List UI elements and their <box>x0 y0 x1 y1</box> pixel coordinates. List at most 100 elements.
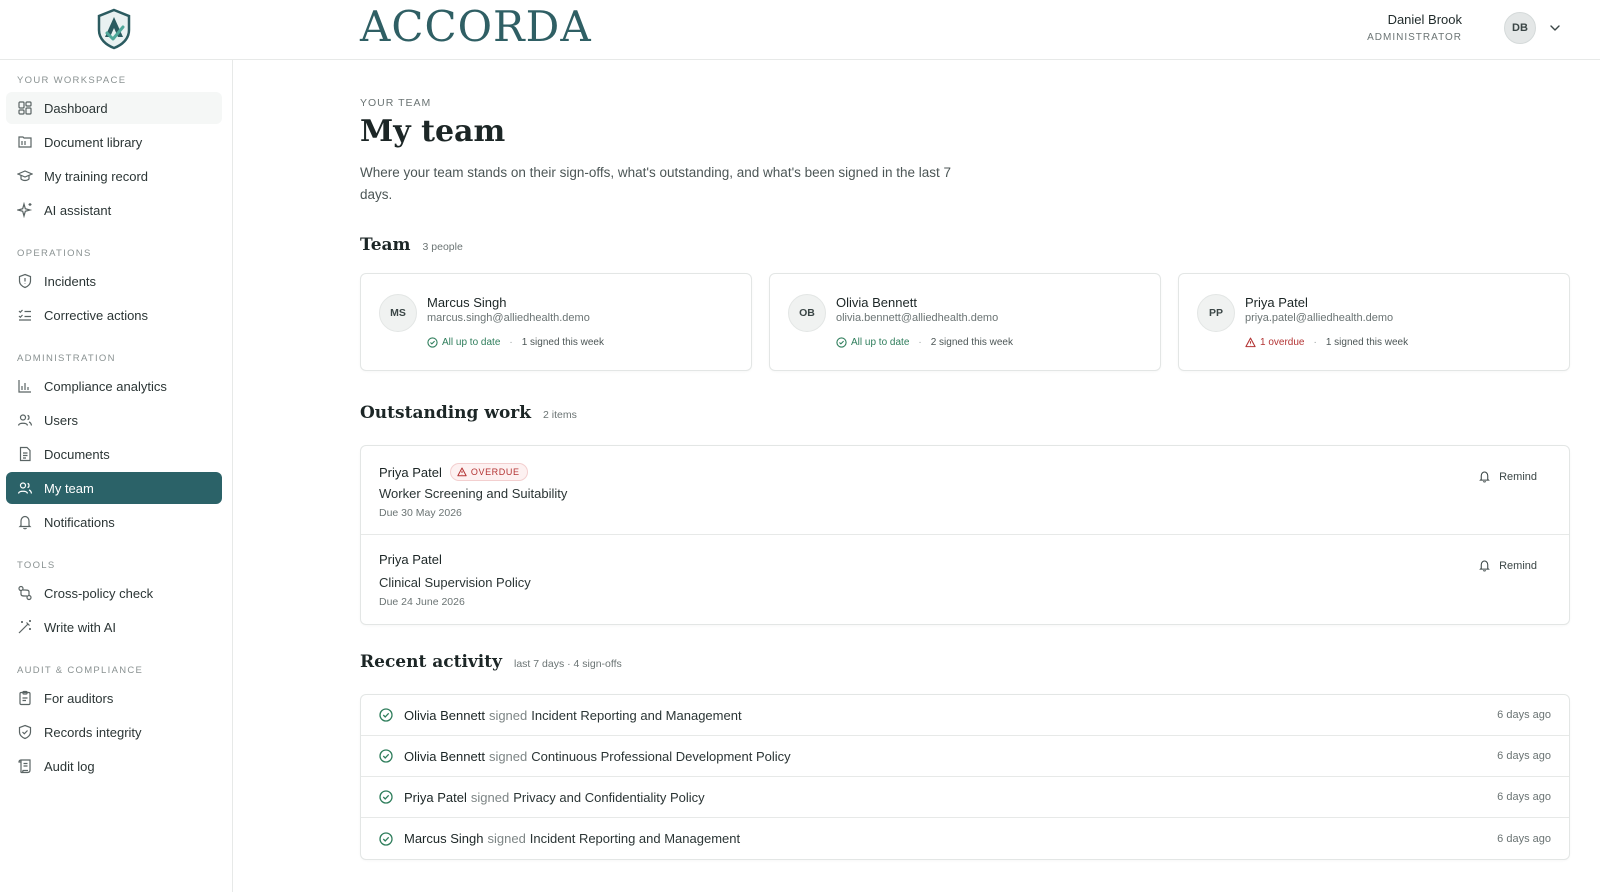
compare-icon <box>18 585 32 601</box>
checklist-icon <box>18 309 31 321</box>
sidebar-item-records-integrity[interactable]: Records integrity <box>6 716 222 748</box>
activity-section-title: Recent activity <box>360 652 502 672</box>
shield-logo-icon[interactable] <box>96 8 132 50</box>
sidebar-item-write-with-ai[interactable]: Write with AI <box>6 611 222 643</box>
member-email: marcus.singh@alliedhealth.demo <box>427 312 590 324</box>
sidebar-item-label: Document library <box>44 134 143 150</box>
chevron-down-icon[interactable] <box>1548 21 1562 35</box>
dashboard-icon <box>18 101 32 115</box>
activity-document: Incident Reporting and Management <box>529 831 741 846</box>
nav-section-workspace: YOUR WORKSPACE <box>17 75 127 86</box>
sidebar-item-label: Compliance analytics <box>44 378 167 394</box>
top-bar: ACCORDA Daniel Brook ADMINISTRATOR DB <box>0 0 1600 60</box>
activity-time: 6 days ago <box>1497 750 1551 762</box>
user-info[interactable]: Daniel Brook ADMINISTRATOR <box>1367 12 1462 43</box>
sidebar-item-documents[interactable]: Documents <box>6 438 222 470</box>
sidebar-item-label: Users <box>44 412 78 428</box>
check-circle-icon <box>379 831 393 846</box>
signed-this-week: 1 signed this week <box>521 337 604 348</box>
activity-time: 6 days ago <box>1497 709 1551 721</box>
sidebar-item-incidents[interactable]: Incidents <box>6 265 222 297</box>
sidebar-item-users[interactable]: Users <box>6 404 222 436</box>
member-avatar: OB <box>788 294 826 332</box>
sidebar-item-document-library[interactable]: Document library <box>6 126 222 158</box>
activity-document: Privacy and Confidentiality Policy <box>513 789 705 805</box>
sidebar-item-label: Audit log <box>44 758 95 774</box>
team-section-title: Team <box>360 235 411 255</box>
sidebar-item-corrective-actions[interactable]: Corrective actions <box>6 299 222 331</box>
sidebar-item-label: Records integrity <box>44 724 142 740</box>
badge-text: OVERDUE <box>470 467 520 477</box>
sidebar-item-my-team[interactable]: My team <box>6 472 222 504</box>
sidebar-item-label: My team <box>44 480 94 496</box>
team-section-header: Team 3 people <box>360 235 463 255</box>
activity-list: Olivia Bennett signed Incident Reporting… <box>360 694 1570 860</box>
outstanding-list: Priya Patel OVERDUE Worker Screening and… <box>360 445 1570 625</box>
sidebar-item-label: Documents <box>44 446 110 462</box>
sidebar: YOUR WORKSPACE Dashboard Document librar… <box>0 60 233 892</box>
team-member-card[interactable]: MS Marcus Singh marcus.singh@alliedhealt… <box>360 273 752 371</box>
team-icon <box>17 482 33 494</box>
bell-icon <box>1479 471 1490 483</box>
member-name: Olivia Bennett <box>836 295 917 310</box>
sidebar-item-notifications[interactable]: Notifications <box>6 506 222 538</box>
member-email: olivia.bennett@alliedhealth.demo <box>836 312 999 324</box>
library-icon <box>18 136 32 148</box>
outstanding-document: Worker Screening and Suitability <box>379 486 568 501</box>
member-email: priya.patel@alliedhealth.demo <box>1245 312 1394 324</box>
sidebar-item-label: Write with AI <box>44 619 117 635</box>
sidebar-item-label: AI assistant <box>44 202 112 218</box>
team-member-card[interactable]: PP Priya Patel priya.patel@alliedhealth.… <box>1178 273 1570 371</box>
check-circle-icon <box>427 337 438 348</box>
remind-button[interactable]: Remind <box>1478 470 1537 483</box>
member-avatar: MS <box>379 294 417 332</box>
user-avatar[interactable]: DB <box>1504 12 1536 44</box>
sidebar-item-label: Incidents <box>44 273 97 289</box>
activity-verb: signed <box>488 748 528 764</box>
sidebar-item-label: For auditors <box>44 690 114 706</box>
signed-this-week: 2 signed this week <box>930 337 1013 348</box>
sidebar-item-compliance-analytics[interactable]: Compliance analytics <box>6 370 222 402</box>
user-name: Daniel Brook <box>1387 12 1462 27</box>
activity-item: Olivia Bennett signed Continuous Profess… <box>361 736 1569 777</box>
remind-label: Remind <box>1499 559 1537 572</box>
graduation-cap-icon <box>17 170 33 182</box>
person-name: Priya Patel <box>379 464 442 480</box>
nav-section-administration: ADMINISTRATION <box>17 353 116 364</box>
activity-document: Continuous Professional Development Poli… <box>531 748 791 764</box>
activity-document: Incident Reporting and Management <box>531 707 742 723</box>
brand-wordmark[interactable]: ACCORDA <box>360 2 592 51</box>
sidebar-item-cross-policy-check[interactable]: Cross-policy check <box>6 577 222 609</box>
member-status: 1 overdue · 1 signed this week <box>1245 337 1408 348</box>
sidebar-item-for-auditors[interactable]: For auditors <box>6 682 222 714</box>
clipboard-icon <box>19 690 31 706</box>
sidebar-item-dashboard[interactable]: Dashboard <box>6 92 222 124</box>
member-status: All up to date · 2 signed this week <box>836 337 1013 348</box>
sidebar-item-label: Cross-policy check <box>44 585 154 601</box>
bar-chart-icon <box>18 380 31 393</box>
sidebar-item-ai-assistant[interactable]: AI assistant <box>6 194 222 226</box>
sidebar-item-label: Dashboard <box>44 100 108 116</box>
document-icon <box>19 446 31 462</box>
bell-icon <box>1479 560 1490 572</box>
remind-button[interactable]: Remind <box>1478 559 1537 572</box>
status-text: All up to date <box>851 337 910 348</box>
activity-person: Marcus Singh <box>404 831 484 846</box>
team-member-card[interactable]: OB Olivia Bennett olivia.bennett@alliedh… <box>769 273 1161 371</box>
activity-item: Olivia Bennett signed Incident Reporting… <box>361 695 1569 736</box>
sidebar-item-label: My training record <box>44 168 149 184</box>
sidebar-item-audit-log[interactable]: Audit log <box>6 750 222 782</box>
team-count: 3 people <box>422 241 463 253</box>
due-date: Due 30 May 2026 <box>379 507 462 519</box>
activity-verb: signed <box>488 707 528 723</box>
activity-item: Marcus Singh signed Incident Reporting a… <box>361 818 1569 859</box>
activity-verb: signed <box>470 789 510 805</box>
outstanding-count: 2 items <box>543 409 577 421</box>
bell-icon <box>18 515 32 530</box>
nav-section-operations: OPERATIONS <box>17 248 92 259</box>
sidebar-item-training-record[interactable]: My training record <box>6 160 222 192</box>
activity-item: Priya Patel signed Privacy and Confident… <box>361 777 1569 818</box>
page-eyebrow: YOUR TEAM <box>360 97 432 109</box>
activity-count: last 7 days · 4 sign-offs <box>514 658 622 670</box>
activity-time: 6 days ago <box>1497 791 1551 803</box>
